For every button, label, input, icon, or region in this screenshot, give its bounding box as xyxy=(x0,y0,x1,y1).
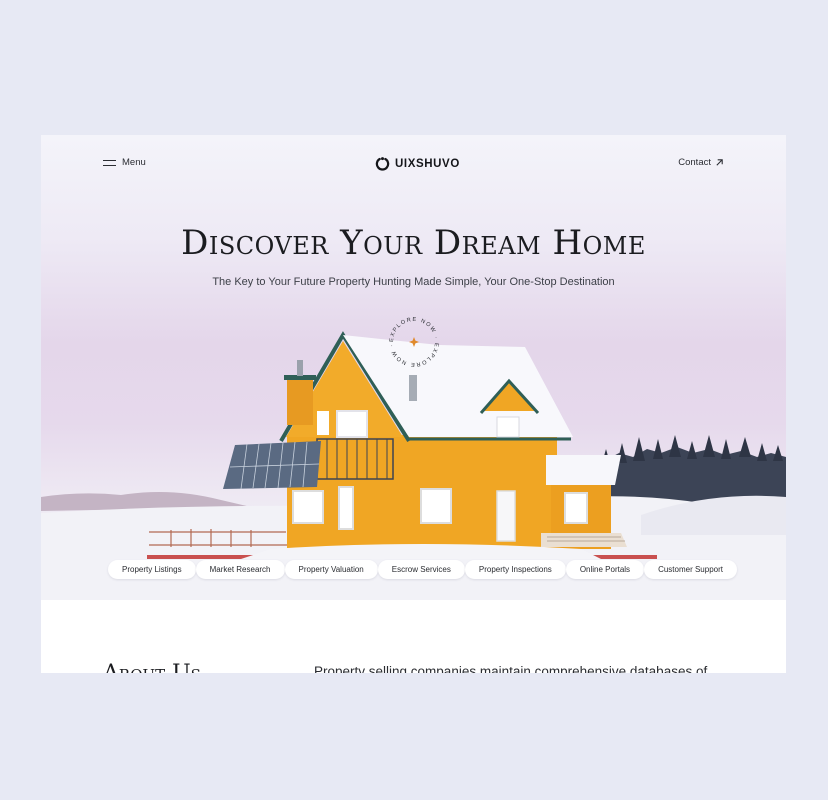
service-label: Escrow Services xyxy=(391,565,451,574)
service-label: Property Listings xyxy=(122,565,182,574)
power-ring-icon xyxy=(375,157,390,171)
menu-button[interactable]: Menu xyxy=(103,157,146,168)
service-pill[interactable]: Property Valuation xyxy=(284,560,378,579)
brand-logo[interactable]: UIXSHUVO xyxy=(375,156,460,171)
about-text: Property selling companies maintain comp… xyxy=(314,664,708,673)
service-pill[interactable]: Escrow Services xyxy=(377,560,465,579)
explore-now-badge[interactable]: EXPLORE NOW · EXPLORE NOW · xyxy=(385,313,443,371)
sparkle-star-icon xyxy=(409,337,419,347)
contact-button[interactable]: Contact xyxy=(678,157,724,168)
hero-section: Menu UIXSHUVO Contact Discover Your Drea… xyxy=(41,135,786,600)
service-label: Online Portals xyxy=(579,565,631,574)
hero-title: Discover Your Dream Home xyxy=(181,223,646,263)
hero-subtitle: The Key to Your Future Property Hunting … xyxy=(212,276,615,288)
service-pill[interactable]: Property Inspections xyxy=(464,560,566,579)
contact-label: Contact xyxy=(678,157,711,168)
service-label: Customer Support xyxy=(658,565,723,574)
about-title: About Us xyxy=(103,661,201,673)
hamburger-icon xyxy=(103,159,116,167)
brand-name: UIXSHUVO xyxy=(395,157,460,170)
service-pill[interactable]: Customer Support xyxy=(644,560,737,579)
service-pill[interactable]: Property Listings xyxy=(108,560,196,579)
services-list: Property Listings Market Research Proper… xyxy=(108,560,737,579)
page-frame: Menu UIXSHUVO Contact Discover Your Drea… xyxy=(41,135,786,673)
service-label: Market Research xyxy=(209,565,271,574)
service-pill[interactable]: Market Research xyxy=(195,560,285,579)
arrow-up-right-icon xyxy=(716,159,723,166)
service-label: Property Inspections xyxy=(478,565,552,574)
menu-label: Menu xyxy=(122,157,146,168)
top-nav: Menu UIXSHUVO Contact xyxy=(41,157,786,173)
service-pill[interactable]: Online Portals xyxy=(565,560,645,579)
service-label: Property Valuation xyxy=(298,565,364,574)
